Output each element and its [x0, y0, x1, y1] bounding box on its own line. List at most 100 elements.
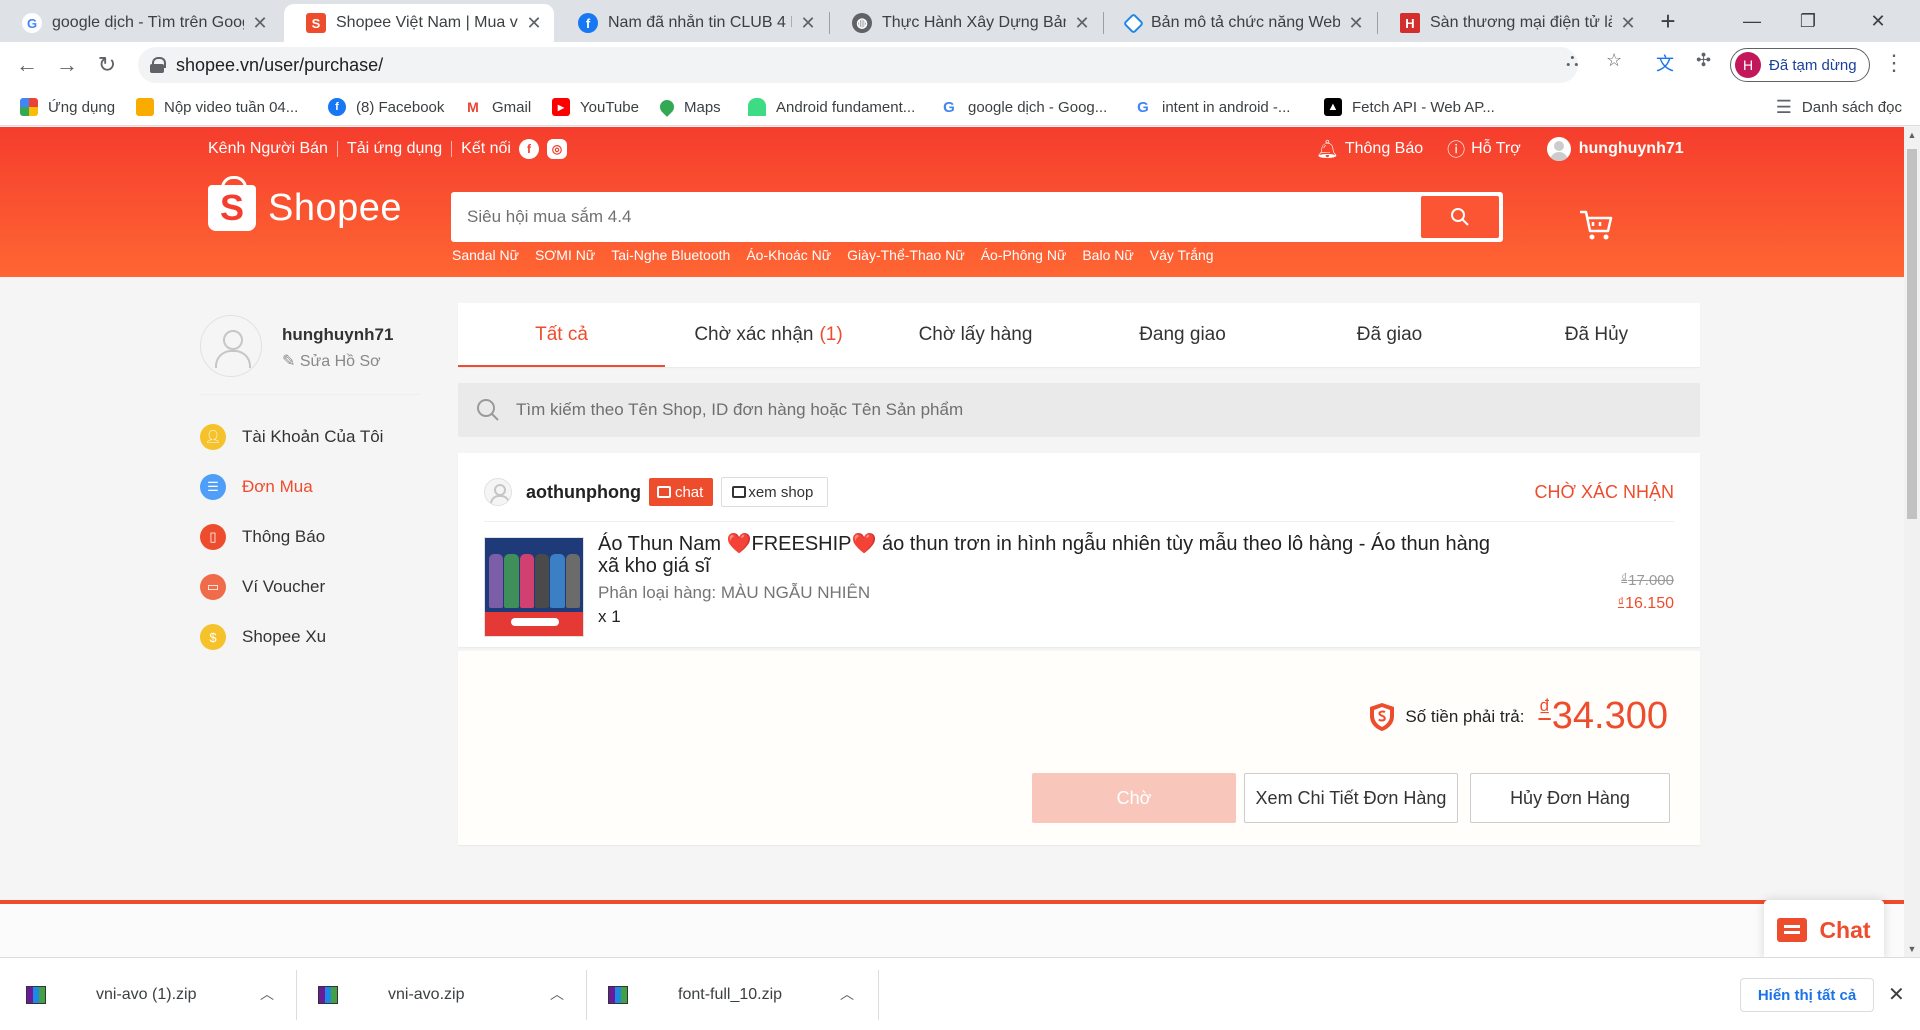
tab-shipping[interactable]: Đang giao: [1079, 303, 1286, 367]
close-icon[interactable]: ✕: [1072, 13, 1092, 34]
reload-icon[interactable]: ↻: [92, 50, 122, 80]
url-text[interactable]: shopee.vn/user/purchase/: [176, 55, 383, 76]
close-icon[interactable]: ✕: [1346, 13, 1366, 34]
scroll-down-icon[interactable]: ▼: [1904, 941, 1920, 957]
new-tab-button[interactable]: +: [1652, 6, 1684, 38]
product-title[interactable]: Áo Thun Nam ❤️FREESHIP❤️ áo thun trơn in…: [598, 533, 1508, 577]
avatar[interactable]: [200, 315, 262, 377]
tab-title: google dịch - Tìm trên Google: [52, 14, 244, 31]
instagram-icon[interactable]: ◎: [546, 139, 567, 159]
search-input[interactable]: [455, 196, 1421, 238]
search-hint-link[interactable]: Balo Nữ: [1082, 247, 1133, 263]
window-close-icon[interactable]: ✕: [1836, 0, 1920, 42]
browser-tab[interactable]: ◍ Thực Hành Xây Dựng Bản Vẽ ✕: [830, 4, 1102, 42]
notifications-link[interactable]: Thông Báo: [1345, 140, 1423, 158]
extensions-puzzle-icon[interactable]: ✣: [1696, 50, 1711, 71]
facebook-icon[interactable]: f: [518, 139, 539, 159]
bookmark-item[interactable]: G intent in android -...: [1134, 88, 1290, 126]
edit-profile-link[interactable]: ✎ Sửa Hồ Sơ: [282, 351, 381, 371]
browser-tab-active[interactable]: S Shopee Việt Nam | Mua và Bán ✕: [284, 4, 554, 42]
search-hint-link[interactable]: SƠMI Nữ: [535, 247, 595, 263]
chevron-up-icon[interactable]: ︿: [840, 984, 854, 1004]
close-icon[interactable]: ✕: [1618, 13, 1638, 34]
search-hint-link[interactable]: Giày-Thể-Thao Nữ: [847, 247, 965, 263]
minimize-icon[interactable]: —: [1724, 0, 1780, 42]
download-item[interactable]: font-full_10.zip ︿: [608, 958, 854, 1030]
browser-tab[interactable]: H Sàn thương mại điện tử là gì ✕: [1378, 4, 1648, 42]
waiting-button[interactable]: Chờ: [1032, 773, 1236, 823]
tab-cancelled[interactable]: Đã Hủy: [1493, 303, 1700, 367]
sidebar-item-vouchers[interactable]: ▭ Ví Voucher: [200, 573, 383, 601]
bookmark-apps[interactable]: Ứng dụng: [20, 88, 115, 126]
tab-awaiting-confirmation[interactable]: Chờ xác nhận (1): [665, 303, 872, 367]
bookmark-item[interactable]: M Gmail: [464, 88, 531, 126]
search-hint-link[interactable]: Sandal Nữ: [452, 247, 519, 263]
tab-delivered[interactable]: Đã giao: [1286, 303, 1493, 367]
account-username[interactable]: hunghuynh71: [1579, 140, 1684, 158]
bookmark-label: google dịch - Goog...: [968, 98, 1108, 116]
bookmark-item[interactable]: f (8) Facebook: [328, 88, 444, 126]
back-arrow-icon[interactable]: ←: [12, 50, 42, 80]
restore-icon[interactable]: ❐: [1780, 0, 1836, 42]
cart-icon[interactable]: [1578, 207, 1614, 243]
sidebar-item-notifications[interactable]: ▯ Thông Báo: [200, 523, 383, 551]
url-bar[interactable]: shopee.vn/user/purchase/: [138, 47, 1578, 83]
chat-icon: [1777, 918, 1808, 942]
page-scrollbar[interactable]: ▲ ▼: [1904, 127, 1920, 957]
profile-button[interactable]: H Đã tạm dừng: [1730, 48, 1870, 82]
search-hint-link[interactable]: Áo-Khoác Nữ: [746, 247, 831, 263]
bookmark-item[interactable]: ▲ Fetch API - Web AP...: [1324, 88, 1495, 126]
bookmark-item[interactable]: Maps: [657, 88, 721, 126]
scrollbar-thumb[interactable]: [1907, 149, 1917, 519]
chat-with-shop-button[interactable]: chat: [648, 478, 714, 506]
sidebar-item-coins[interactable]: $ Shopee Xu: [200, 623, 383, 651]
translate-icon[interactable]: ⛬: [1566, 50, 1579, 71]
view-shop-button[interactable]: xem shop: [721, 477, 829, 507]
bookmark-item[interactable]: Android fundament...: [748, 88, 915, 126]
order-search-input[interactable]: [500, 383, 1700, 437]
translate-extension-icon[interactable]: 文: [1656, 50, 1674, 76]
browser-tab[interactable]: Bản mô tả chức năng Website ✕: [1104, 4, 1376, 42]
bookmark-item[interactable]: G google dịch - Goog...: [940, 88, 1107, 126]
shop-avatar[interactable]: [484, 478, 512, 506]
nav-divider: [451, 141, 453, 157]
cancel-order-button[interactable]: Hủy Đơn Hàng: [1470, 773, 1670, 823]
search-hint-link[interactable]: Áo-Phông Nữ: [981, 247, 1067, 263]
browser-tab[interactable]: f Nam đã nhắn tin CLUB 4 FRONT ✕: [556, 4, 828, 42]
chat-widget-button[interactable]: Chat: [1764, 900, 1884, 957]
chevron-up-icon[interactable]: ︿: [260, 984, 274, 1004]
tab-awaiting-pickup[interactable]: Chờ lấy hàng: [872, 303, 1079, 367]
avatar[interactable]: [1546, 137, 1571, 161]
lock-icon[interactable]: [150, 57, 166, 73]
download-item[interactable]: vni-avo (1).zip ︿: [26, 958, 274, 1030]
sidebar-item-label: Tài Khoản Của Tôi: [242, 427, 384, 446]
download-app-link[interactable]: Tải ứng dụng: [347, 140, 442, 158]
sidebar-item-orders[interactable]: ☰ Đơn Mua: [200, 473, 383, 501]
reading-list-button[interactable]: ☰ Danh sách đọc: [1776, 88, 1902, 126]
bookmark-item[interactable]: Nộp video tuần 04...: [136, 88, 298, 126]
view-order-details-button[interactable]: Xem Chi Tiết Đơn Hàng: [1244, 773, 1458, 823]
scroll-up-icon[interactable]: ▲: [1904, 127, 1920, 143]
forward-arrow-icon[interactable]: →: [52, 50, 82, 80]
close-icon[interactable]: ✕: [1888, 982, 1905, 1007]
shop-name[interactable]: aothunphong: [526, 482, 641, 503]
search-hint-link[interactable]: Váy Trắng: [1150, 247, 1214, 263]
browser-tab[interactable]: G google dịch - Tìm trên Google ✕: [0, 4, 280, 42]
shopee-logo[interactable]: S Shopee: [208, 176, 402, 233]
browser-menu-icon[interactable]: ⋮: [1882, 50, 1906, 76]
close-icon[interactable]: ✕: [524, 13, 544, 34]
support-link[interactable]: Hỗ Trợ: [1471, 140, 1521, 158]
seller-channel-link[interactable]: Kênh Người Bán: [208, 140, 328, 158]
search-button[interactable]: [1421, 196, 1499, 238]
download-item[interactable]: vni-avo.zip ︿: [318, 958, 564, 1030]
star-icon[interactable]: ☆: [1606, 50, 1622, 71]
tab-all[interactable]: Tất cả: [458, 303, 665, 367]
product-thumbnail[interactable]: [484, 537, 584, 637]
bookmark-item[interactable]: ▶ YouTube: [552, 88, 639, 126]
chevron-up-icon[interactable]: ︿: [550, 984, 564, 1004]
close-icon[interactable]: ✕: [798, 13, 818, 34]
show-all-downloads-button[interactable]: Hiển thị tất cả: [1740, 978, 1874, 1012]
search-hint-link[interactable]: Tai-Nghe Bluetooth: [611, 247, 730, 263]
close-icon[interactable]: ✕: [250, 13, 270, 34]
sidebar-item-account[interactable]: 👤︎ Tài Khoản Của Tôi: [200, 423, 383, 451]
